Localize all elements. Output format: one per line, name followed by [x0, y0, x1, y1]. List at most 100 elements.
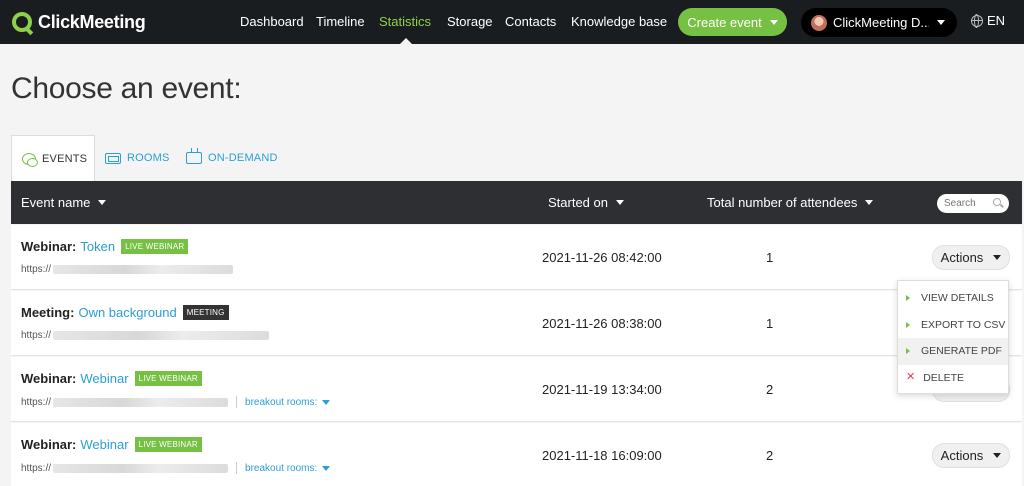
event-url-text: https://	[21, 264, 52, 275]
brand-logo[interactable]: ClickMeeting	[12, 11, 146, 33]
chevron-down-icon	[769, 19, 778, 25]
table-row[interactable]: Webinar: Webinar LIVE WEBINAR https:// b…	[11, 423, 1022, 486]
logo-icon	[12, 12, 32, 32]
event-url: https:// breakout rooms:	[21, 462, 331, 474]
actions-button[interactable]: Actions	[932, 245, 1010, 270]
event-title: Webinar: Webinar LIVE WEBINAR	[21, 437, 202, 452]
tab-on-demand-label: ON-DEMAND	[208, 152, 278, 164]
language-selector[interactable]: EN	[971, 13, 1005, 28]
column-event-name[interactable]: Event name	[21, 195, 107, 210]
menu-item-label: VIEW DETAILS	[921, 292, 994, 305]
menu-item-label: EXPORT TO CSV	[921, 318, 1006, 331]
arrow-right-icon	[906, 321, 910, 328]
create-event-label: Create event	[687, 14, 762, 30]
breakout-rooms-toggle[interactable]: breakout rooms:	[245, 396, 331, 408]
column-event-name-label: Event name	[21, 195, 91, 210]
arrow-right-icon	[906, 348, 910, 355]
event-type: Webinar:	[21, 437, 77, 452]
account-menu-button[interactable]: ClickMeeting D...	[801, 8, 957, 37]
chevron-down-icon	[993, 453, 1002, 458]
tab-events[interactable]: EVENTS	[11, 135, 95, 181]
event-type: Webinar:	[21, 371, 77, 386]
sort-down-icon	[616, 200, 624, 205]
nav-storage[interactable]: Storage	[447, 14, 493, 29]
menu-item-view-details[interactable]: VIEW DETAILS	[898, 285, 1008, 312]
redacted-url	[53, 463, 229, 473]
avatar	[811, 14, 827, 31]
redacted-url	[53, 331, 270, 340]
event-type-badge: LIVE WEBINAR	[134, 371, 202, 386]
chat-icon	[22, 152, 38, 167]
redacted-url	[53, 397, 229, 407]
event-name-link[interactable]: Own background	[78, 305, 176, 320]
breakout-rooms-toggle[interactable]: breakout rooms:	[245, 462, 331, 474]
column-attendees-label: Total number of attendees	[707, 195, 858, 210]
nav-statistics[interactable]: Statistics	[379, 14, 431, 29]
event-url-text: https://	[21, 462, 52, 474]
event-url-text: https://	[21, 330, 52, 341]
sort-down-icon	[98, 200, 107, 205]
event-url-text: https://	[21, 396, 52, 408]
rooms-icon	[105, 152, 121, 164]
tab-events-label: EVENTS	[42, 152, 88, 165]
chevron-down-icon	[322, 399, 331, 405]
nav-knowledge-base[interactable]: Knowledge base	[571, 14, 667, 29]
breakout-rooms-label: breakout rooms:	[245, 462, 318, 474]
chevron-down-icon	[937, 20, 945, 25]
attendees-value: 1	[766, 250, 774, 265]
redacted-url	[53, 265, 234, 274]
menu-item-export-csv[interactable]: EXPORT TO CSV	[898, 312, 1008, 339]
actions-button[interactable]: Actions	[932, 443, 1010, 468]
event-title: Webinar: Webinar LIVE WEBINAR	[21, 371, 202, 386]
globe-icon	[971, 14, 983, 28]
brand-name: ClickMeeting	[38, 11, 146, 32]
event-name-link[interactable]: Webinar	[80, 437, 128, 452]
chevron-down-icon	[322, 465, 331, 471]
nav-timeline[interactable]: Timeline	[316, 14, 365, 29]
table-row[interactable]: Webinar: Webinar LIVE WEBINAR https:// b…	[11, 357, 1022, 422]
tab-on-demand[interactable]: ON-DEMAND	[186, 135, 278, 181]
divider	[236, 396, 238, 408]
attendees-value: 2	[766, 448, 774, 463]
column-attendees[interactable]: Total number of attendees	[707, 195, 874, 210]
event-type: Meeting:	[21, 305, 75, 320]
tab-rooms-label: ROOMS	[127, 152, 170, 164]
column-started-on-label: Started on	[548, 195, 608, 210]
divider	[236, 462, 238, 474]
event-title: Webinar: Token LIVE WEBINAR	[21, 239, 189, 254]
started-on-value: 2021-11-19 13:34:00	[542, 382, 662, 397]
breakout-rooms-label: breakout rooms:	[245, 396, 318, 408]
active-nav-indicator	[400, 38, 412, 44]
close-icon: ✕	[906, 371, 916, 384]
actions-label: Actions	[940, 448, 984, 463]
nav-contacts[interactable]: Contacts	[505, 14, 556, 29]
attendees-value: 1	[766, 316, 774, 331]
event-url: https://	[21, 264, 234, 275]
menu-item-label: GENERATE PDF	[921, 345, 1002, 358]
table-row[interactable]: Meeting: Own background MEETING https://…	[11, 291, 1022, 356]
started-on-value: 2021-11-26 08:38:00	[542, 316, 662, 331]
event-type-badge: LIVE WEBINAR	[121, 239, 189, 254]
event-name-link[interactable]: Token	[80, 239, 115, 254]
nav-dashboard[interactable]: Dashboard	[240, 14, 304, 29]
menu-item-delete[interactable]: ✕ DELETE	[898, 365, 1008, 392]
table-header: Event name Started on Total number of at…	[11, 181, 1022, 224]
started-on-value: 2021-11-18 16:09:00	[542, 448, 662, 463]
create-event-button[interactable]: Create event	[678, 8, 787, 36]
menu-item-generate-pdf[interactable]: GENERATE PDF	[898, 338, 1008, 365]
arrow-right-icon	[906, 295, 910, 302]
column-started-on[interactable]: Started on	[548, 195, 624, 210]
event-url: https://	[21, 330, 270, 341]
account-name: ClickMeeting D...	[833, 15, 929, 30]
tv-icon	[186, 152, 202, 164]
tab-rooms[interactable]: ROOMS	[105, 135, 170, 181]
actions-dropdown-menu: VIEW DETAILS EXPORT TO CSV GENERATE PDF …	[897, 280, 1009, 394]
language-label: EN	[987, 13, 1006, 28]
menu-item-label: DELETE	[923, 371, 965, 384]
chevron-down-icon	[993, 255, 1002, 260]
table-row[interactable]: Webinar: Token LIVE WEBINAR https:// 202…	[11, 225, 1022, 290]
started-on-value: 2021-11-26 08:42:00	[542, 250, 662, 265]
page-title: Choose an event:	[11, 72, 242, 105]
event-type-badge: LIVE WEBINAR	[134, 437, 202, 452]
event-name-link[interactable]: Webinar	[80, 371, 128, 386]
